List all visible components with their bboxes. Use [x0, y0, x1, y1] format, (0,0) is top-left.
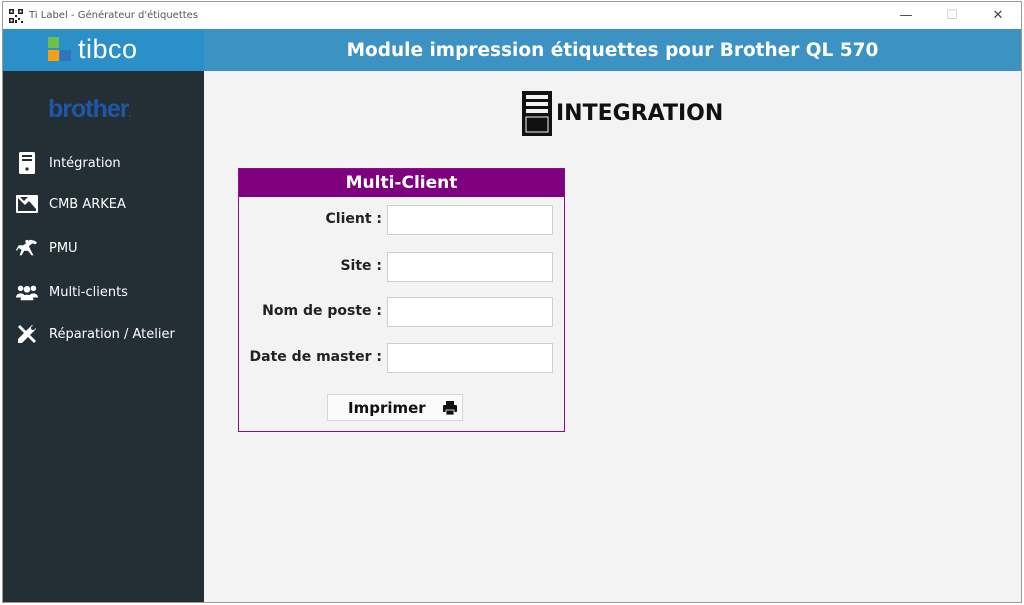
server-icon [16, 152, 38, 174]
window-title: Ti Label - Générateur d'étiquettes [29, 10, 199, 21]
horse-icon [16, 237, 38, 259]
sidebar-item-multi-clients[interactable]: Multi-clients [3, 274, 204, 310]
sidebar-item-label: Multi-clients [49, 284, 128, 300]
site-row: Site : [239, 252, 564, 282]
main-content: INTEGRATION Multi-Client Client : Site :… [204, 71, 1021, 602]
users-icon [16, 281, 38, 303]
printer-icon [443, 401, 457, 415]
sidebar-item-label: CMB ARKEA [49, 196, 126, 212]
brand-name: tibco [78, 34, 138, 64]
tools-icon [16, 323, 38, 345]
brand-bar: tibco [3, 29, 204, 71]
window-controls: — ☐ ✕ [883, 2, 1021, 29]
app-window: Ti Label - Générateur d'étiquettes — ☐ ✕… [2, 1, 1022, 603]
sidebar-item-label: PMU [49, 240, 78, 256]
client-label: Client : [325, 211, 383, 227]
sidebar-item-label: Intégration [49, 155, 121, 171]
close-button[interactable]: ✕ [975, 2, 1021, 29]
sidebar-item-integration[interactable]: Intégration [3, 145, 204, 181]
brother-logo-text: brother [48, 95, 129, 123]
tibco-logo-icon [48, 37, 71, 61]
nom-de-poste-input[interactable] [387, 297, 553, 327]
qr-app-icon [9, 8, 23, 23]
client-input[interactable] [387, 205, 553, 235]
section-title: INTEGRATION [556, 101, 724, 126]
nom-de-poste-row: Nom de poste : [239, 297, 564, 327]
section-header: INTEGRATION [522, 91, 723, 136]
server-icon [522, 91, 552, 136]
minimize-button[interactable]: — [883, 2, 929, 29]
date-de-master-input[interactable] [387, 343, 553, 373]
sidebar-item-label: Réparation / Atelier [49, 326, 175, 342]
print-button-label: Imprimer [348, 398, 426, 417]
header-band: Module impression étiquettes pour Brothe… [204, 29, 1021, 71]
title-bar: Ti Label - Générateur d'étiquettes — ☐ ✕ [3, 2, 1021, 29]
nom-de-poste-label: Nom de poste : [262, 303, 382, 319]
client-row: Client : [239, 205, 564, 235]
card-title: Multi-Client [345, 173, 458, 193]
map-icon [16, 193, 38, 215]
print-button[interactable]: Imprimer [327, 394, 463, 421]
brother-logo: brother. [48, 95, 132, 124]
registered-mark: . [128, 109, 132, 120]
page-title: Module impression étiquettes pour Brothe… [346, 39, 879, 61]
sidebar-item-cmb-arkea[interactable]: CMB ARKEA [3, 186, 204, 222]
sidebar-item-pmu[interactable]: PMU [3, 230, 204, 266]
site-label: Site : [340, 258, 382, 274]
sidebar: brother. Intégration CMB ARKEA PMU Multi… [3, 71, 204, 602]
date-de-master-row: Date de master : [239, 343, 564, 373]
card-header: Multi-Client [239, 169, 564, 197]
date-de-master-label: Date de master : [249, 349, 382, 365]
site-input[interactable] [387, 252, 553, 282]
sidebar-item-reparation[interactable]: Réparation / Atelier [3, 316, 204, 352]
multi-client-card: Multi-Client Client : Site : Nom de post… [238, 168, 565, 432]
maximize-button[interactable]: ☐ [929, 2, 975, 29]
